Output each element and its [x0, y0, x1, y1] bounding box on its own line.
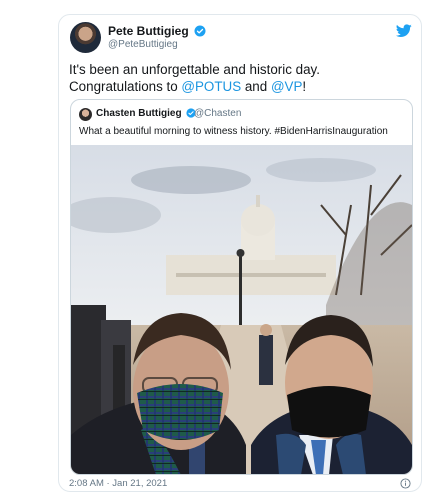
author-avatar[interactable] — [70, 22, 101, 53]
info-icon[interactable] — [400, 478, 411, 489]
quoted-author-name[interactable]: Chasten Buttigieg — [96, 108, 182, 119]
verified-badge-icon — [194, 25, 206, 37]
tweet-text: It's been an unforgettable and historic … — [69, 61, 409, 95]
quoted-author-name-row[interactable]: Chasten Buttigieg — [96, 108, 196, 119]
twitter-bird-icon[interactable] — [396, 24, 412, 38]
tweet-text-end: ! — [302, 79, 307, 94]
mention-vp-link[interactable]: @VP — [271, 79, 302, 94]
tweet-text-and: and — [241, 79, 271, 94]
quoted-author-avatar[interactable] — [79, 108, 92, 121]
tweet-card[interactable]: Pete Buttigieg @PeteButtigieg It's been … — [58, 14, 422, 492]
quoted-tweet-text: What a beautiful morning to witness hist… — [79, 126, 388, 137]
mention-potus-link[interactable]: @POTUS — [181, 79, 241, 94]
author-name-row[interactable]: Pete Buttigieg — [108, 24, 206, 38]
author-name[interactable]: Pete Buttigieg — [108, 24, 189, 38]
author-handle[interactable]: @PeteButtigieg — [108, 39, 178, 50]
tweet-timestamp[interactable]: 2:08 AM · Jan 21, 2021 — [69, 478, 167, 489]
quoted-tweet[interactable]: Chasten Buttigieg @Chasten What a beauti… — [70, 99, 413, 475]
selfie-photo[interactable] — [71, 145, 412, 475]
quoted-author-handle[interactable]: @Chasten — [194, 108, 241, 119]
